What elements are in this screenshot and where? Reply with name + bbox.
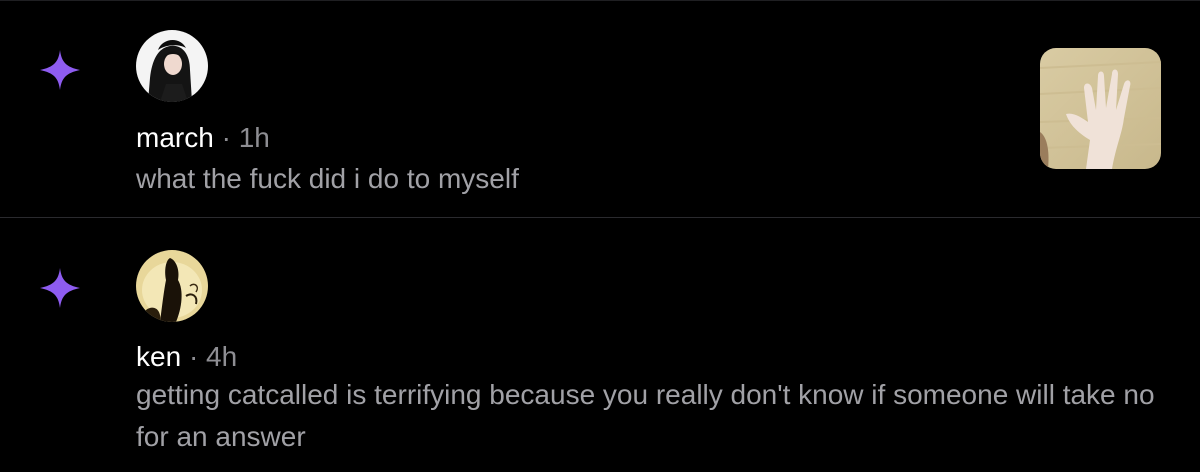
notification-item[interactable]: march · 1h what the fuck did i do to mys… [0,0,1200,217]
notification-meta: ken · 4h [136,339,237,375]
post-thumbnail[interactable] [1040,48,1161,169]
notification-item[interactable]: ken · 4h getting catcalled is terrifying… [0,218,1200,472]
notification-feed: march · 1h what the fuck did i do to mys… [0,0,1200,472]
sparkle-icon [40,268,80,308]
username[interactable]: march [136,122,214,153]
notification-text: getting catcalled is terrifying because … [136,379,1155,452]
username[interactable]: ken [136,341,181,372]
notification-text: what the fuck did i do to myself [136,163,519,194]
thumbnail-image [1040,48,1161,169]
notification-meta: march · 1h [136,120,270,156]
sparkle-icon [40,50,80,90]
meta-separator: · [221,122,231,153]
timestamp: 1h [238,122,270,153]
avatar[interactable] [136,30,208,102]
avatar[interactable] [136,250,208,322]
avatar-image [136,250,208,322]
timestamp: 4h [206,341,238,372]
avatar-image [136,30,208,102]
meta-separator: · [188,341,199,372]
